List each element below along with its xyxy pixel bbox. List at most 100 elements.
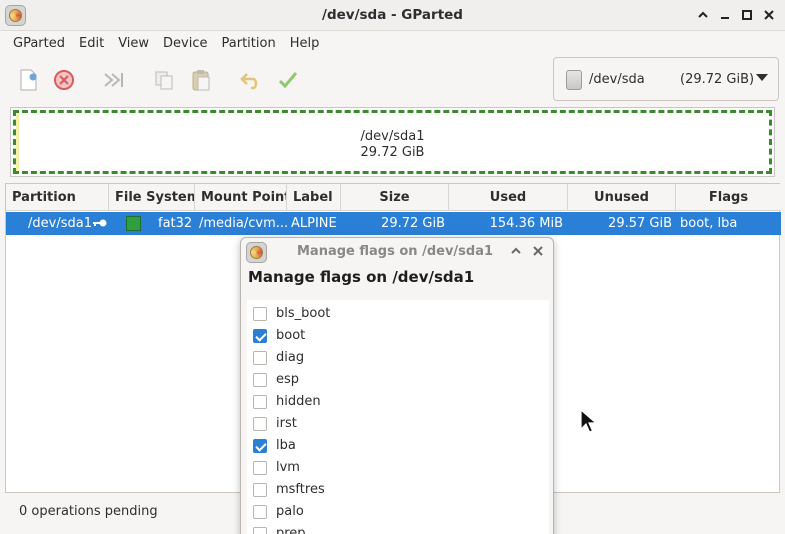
- flag-label: esp: [276, 372, 300, 387]
- flag-label: bls_boot: [276, 306, 331, 321]
- flag-row-diag[interactable]: diag: [247, 347, 549, 369]
- minimize-button[interactable]: [694, 6, 712, 24]
- flag-row-esp[interactable]: esp: [247, 369, 549, 391]
- chevron-up-icon: [511, 247, 521, 254]
- resize-move-button[interactable]: [100, 66, 128, 94]
- col-unused[interactable]: Unused: [568, 184, 676, 211]
- flag-row-lvm[interactable]: lvm: [247, 457, 549, 479]
- flag-checkbox[interactable]: [253, 527, 267, 534]
- partition-block-sda1[interactable]: /dev/sda1 29.72 GiB: [13, 110, 772, 174]
- flag-checkbox[interactable]: [253, 351, 267, 365]
- copy-button[interactable]: [150, 66, 178, 94]
- close-icon: [533, 246, 543, 256]
- menu-edit[interactable]: Edit: [72, 36, 111, 51]
- flag-checkbox[interactable]: [253, 439, 267, 453]
- partition-block-name: /dev/sda1: [360, 129, 425, 144]
- new-icon: [20, 69, 37, 91]
- col-mount-point[interactable]: Mount Point: [195, 184, 287, 211]
- cell-filesystem: fat32: [158, 216, 193, 231]
- cell-mount-point: /media/cvm...: [199, 216, 287, 231]
- flag-label: prep: [276, 526, 306, 534]
- menu-partition[interactable]: Partition: [215, 36, 283, 51]
- dialog-close-button[interactable]: [530, 243, 546, 259]
- flag-row-msftres[interactable]: msftres: [247, 479, 549, 501]
- minimize-icon: [721, 17, 729, 19]
- table-header: Partition File System Mount Point Label …: [6, 184, 781, 211]
- cell-partition: /dev/sda1: [28, 216, 92, 231]
- menu-bar: GParted Edit View Device Partition Help: [0, 31, 785, 55]
- key-icon: [93, 219, 107, 227]
- delete-icon: [54, 70, 74, 90]
- menu-gparted[interactable]: GParted: [6, 36, 72, 51]
- flag-checkbox[interactable]: [253, 417, 267, 431]
- col-size[interactable]: Size: [341, 184, 449, 211]
- paste-icon: [192, 70, 210, 91]
- flag-row-palo[interactable]: palo: [247, 501, 549, 523]
- menu-device[interactable]: Device: [156, 36, 214, 51]
- cell-unused: 29.57 GiB: [608, 216, 672, 231]
- flag-row-bls-boot[interactable]: bls_boot: [247, 303, 549, 325]
- filesystem-color-swatch: [126, 216, 141, 231]
- undo-icon: [240, 73, 258, 90]
- flag-checkbox[interactable]: [253, 307, 267, 321]
- close-icon: [764, 10, 774, 20]
- dialog-collapse-button[interactable]: [508, 243, 524, 259]
- menu-help[interactable]: Help: [283, 36, 327, 51]
- dialog-title-bar: Manage flags on /dev/sda1: [241, 238, 553, 266]
- device-size: (29.72 GiB): [680, 72, 755, 87]
- flag-label: msftres: [276, 482, 325, 497]
- maximize-icon: [742, 10, 752, 20]
- col-file-system[interactable]: File System: [109, 184, 195, 211]
- flag-row-irst[interactable]: irst: [247, 413, 549, 435]
- flag-checkbox[interactable]: [253, 395, 267, 409]
- flag-label: lvm: [276, 460, 300, 475]
- dropdown-arrow-icon: [756, 74, 768, 81]
- mouse-cursor-icon: [580, 409, 598, 433]
- minimize-window-button[interactable]: [716, 6, 734, 24]
- flag-row-prep[interactable]: prep: [247, 523, 549, 534]
- cell-used: 154.36 MiB: [489, 216, 563, 231]
- dialog-title: Manage flags on /dev/sda1: [297, 244, 494, 259]
- flag-label: lba: [276, 438, 296, 453]
- device-name: /dev/sda: [589, 72, 645, 87]
- table-row[interactable]: /dev/sda1 fat32 /media/cvm... ALPINE 29.…: [6, 212, 781, 235]
- flag-checkbox[interactable]: [253, 483, 267, 497]
- flag-label: boot: [276, 328, 306, 343]
- flag-checkbox[interactable]: [253, 505, 267, 519]
- dialog-heading: Manage flags on /dev/sda1: [248, 268, 475, 286]
- col-label[interactable]: Label: [287, 184, 341, 211]
- gparted-app-icon: [246, 242, 267, 263]
- flag-label: palo: [276, 504, 304, 519]
- window-title: /dev/sda - GParted: [322, 7, 463, 23]
- new-partition-button[interactable]: [14, 66, 42, 94]
- partition-block-size: 29.72 GiB: [360, 145, 425, 160]
- flag-label: irst: [276, 416, 297, 431]
- flag-row-hidden[interactable]: hidden: [247, 391, 549, 413]
- flag-checkbox[interactable]: [253, 373, 267, 387]
- device-selector[interactable]: /dev/sda (29.72 GiB): [553, 57, 779, 101]
- copy-icon: [155, 71, 173, 90]
- apply-icon: [278, 72, 298, 89]
- col-flags[interactable]: Flags: [676, 184, 781, 211]
- undo-button[interactable]: [237, 66, 265, 94]
- flag-label: diag: [276, 350, 305, 365]
- apply-button[interactable]: [274, 66, 302, 94]
- flag-row-lba[interactable]: lba: [247, 435, 549, 457]
- status-text: 0 operations pending: [19, 504, 158, 519]
- col-used[interactable]: Used: [449, 184, 568, 211]
- flag-label: hidden: [276, 394, 321, 409]
- title-bar: /dev/sda - GParted: [0, 0, 785, 31]
- paste-button[interactable]: [187, 66, 215, 94]
- menu-view[interactable]: View: [111, 36, 156, 51]
- col-partition[interactable]: Partition: [6, 184, 109, 211]
- flag-checkbox[interactable]: [253, 329, 267, 343]
- manage-flags-dialog: Manage flags on /dev/sda1 Manage flags o…: [240, 237, 554, 534]
- maximize-button[interactable]: [738, 6, 756, 24]
- close-button[interactable]: [760, 6, 778, 24]
- flag-row-boot[interactable]: boot: [247, 325, 549, 347]
- flag-checkbox[interactable]: [253, 461, 267, 475]
- disk-map: /dev/sda1 29.72 GiB: [10, 107, 775, 177]
- delete-partition-button[interactable]: [50, 66, 78, 94]
- cell-flags: boot, lba: [680, 216, 738, 231]
- cell-label: ALPINE: [291, 216, 337, 231]
